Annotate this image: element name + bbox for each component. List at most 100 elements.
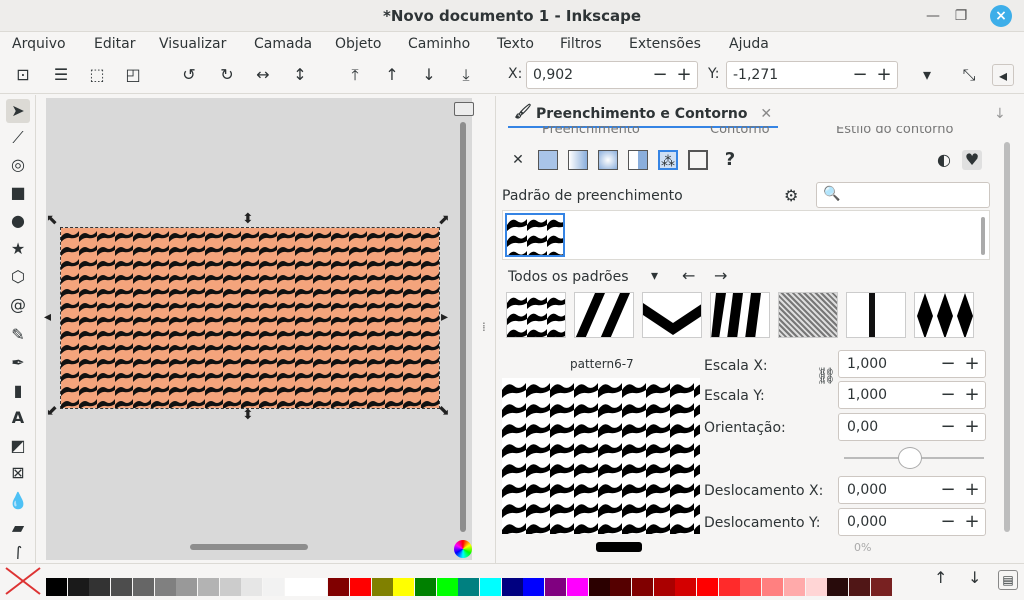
- palette-swatch[interactable]: [67, 578, 89, 596]
- scale-handle-left[interactable]: ◂: [44, 310, 51, 324]
- patterned-rectangle[interactable]: [60, 227, 440, 409]
- fill-rule-evenodd-icon[interactable]: ◐: [934, 150, 954, 170]
- x-field[interactable]: 0,902 − +: [526, 61, 698, 89]
- menu-objeto[interactable]: Objeto: [335, 36, 381, 52]
- maximize-icon[interactable]: ❐: [952, 7, 970, 25]
- palette-swatch[interactable]: [762, 578, 784, 596]
- text-tool-icon[interactable]: A: [6, 406, 30, 430]
- palette-swatch[interactable]: [588, 578, 610, 596]
- pattern-list-scrollbar[interactable]: [981, 217, 985, 255]
- scale-x-decrement-icon[interactable]: −: [937, 353, 959, 375]
- color-manage-icon[interactable]: [454, 540, 472, 558]
- pencil-tool-icon[interactable]: ✎: [6, 323, 30, 347]
- palette-swatch[interactable]: [176, 578, 198, 596]
- tab-fill-and-stroke[interactable]: 🖌 Preenchimento e Contorno ✕: [508, 100, 779, 128]
- deselect-icon[interactable]: ⬚: [86, 64, 108, 86]
- palette-swatch[interactable]: [610, 578, 632, 596]
- paint-bucket-icon[interactable]: ▰: [6, 516, 30, 540]
- y-decrement-icon[interactable]: −: [849, 64, 871, 86]
- palette-swatch[interactable]: [46, 578, 67, 596]
- y-increment-icon[interactable]: +: [873, 64, 895, 86]
- radial-gradient-icon[interactable]: [598, 150, 618, 170]
- orientation-increment-icon[interactable]: +: [961, 416, 983, 438]
- scale-y-increment-icon[interactable]: +: [961, 384, 983, 406]
- selector-tool-icon[interactable]: ➤: [6, 99, 30, 123]
- flat-color-icon[interactable]: [538, 150, 558, 170]
- palette-swatch[interactable]: [740, 578, 762, 596]
- palette-swatch[interactable]: [284, 578, 306, 596]
- shape-builder-icon[interactable]: ◎: [6, 153, 30, 177]
- scale-y-decrement-icon[interactable]: −: [937, 384, 959, 406]
- palette-swatch[interactable]: [653, 578, 675, 596]
- palette-scroll-up-icon[interactable]: ↑: [934, 568, 947, 587]
- gradient-tool-icon[interactable]: ◩: [6, 434, 30, 458]
- scale-x-increment-icon[interactable]: +: [961, 353, 983, 375]
- palette-swatch[interactable]: [306, 578, 328, 596]
- scale-y-field[interactable]: 1,000 − +: [838, 381, 986, 409]
- pattern-thumb-wavy[interactable]: [506, 292, 566, 338]
- palette-menu-icon[interactable]: ▤: [998, 570, 1018, 590]
- swatch-icon[interactable]: [688, 150, 708, 170]
- palette-swatch[interactable]: [414, 578, 436, 596]
- palette-swatch[interactable]: [393, 578, 415, 596]
- palette-swatch[interactable]: [241, 578, 263, 596]
- palette-swatch[interactable]: [870, 578, 892, 596]
- orientation-slider-knob[interactable]: [898, 447, 922, 469]
- menu-extensoes[interactable]: Extensões: [629, 36, 701, 52]
- y-value[interactable]: -1,271: [733, 67, 778, 83]
- scale-x-value[interactable]: 1,000: [847, 356, 887, 372]
- flip-vertical-icon[interactable]: ↕: [289, 64, 311, 86]
- menu-camada[interactable]: Camada: [254, 36, 312, 52]
- 3d-box-tool-icon[interactable]: ⬡: [6, 265, 30, 289]
- scale-handle-top-left[interactable]: ⬉: [46, 213, 58, 227]
- all-patterns-dropdown[interactable]: Todos os padrões: [508, 269, 629, 285]
- pattern-list[interactable]: [502, 210, 990, 260]
- menu-arquivo[interactable]: Arquivo: [12, 36, 66, 52]
- scale-handle-bottom[interactable]: ⬍: [242, 408, 254, 422]
- link-icon[interactable]: ⛓: [816, 366, 836, 385]
- palette-swatch[interactable]: [132, 578, 154, 596]
- dropper-tool-icon[interactable]: 💧: [6, 489, 30, 513]
- palette-swatch[interactable]: [631, 578, 653, 596]
- transform-icon[interactable]: ⤡: [958, 64, 980, 86]
- linear-gradient-icon[interactable]: [568, 150, 588, 170]
- raise-to-top-icon[interactable]: ⤒: [344, 64, 366, 86]
- menu-editar[interactable]: Editar: [94, 36, 135, 52]
- scale-handle-bottom-left[interactable]: ⬋: [46, 404, 58, 418]
- palette-swatch[interactable]: [545, 578, 567, 596]
- gear-icon[interactable]: ⚙: [784, 186, 798, 205]
- palette-swatch[interactable]: [523, 578, 545, 596]
- palette-swatch[interactable]: [111, 578, 133, 596]
- tab-close-icon[interactable]: ✕: [760, 106, 772, 122]
- palette-swatch[interactable]: [848, 578, 870, 596]
- offset-y-field[interactable]: 0,000 − +: [838, 508, 986, 536]
- offset-y-decrement-icon[interactable]: −: [937, 511, 959, 533]
- palette-swatch[interactable]: [328, 578, 350, 596]
- selected-pattern-thumb[interactable]: [505, 213, 565, 257]
- palette-swatch[interactable]: [89, 578, 111, 596]
- mesh-gradient-icon[interactable]: [628, 150, 648, 170]
- offset-x-field[interactable]: 0,000 − +: [838, 476, 986, 504]
- palette-swatch[interactable]: [458, 578, 480, 596]
- palette-swatch[interactable]: [219, 578, 241, 596]
- pattern-search-input[interactable]: 🔍: [816, 182, 990, 208]
- palette-swatch[interactable]: [436, 578, 458, 596]
- pattern-thumb-zigzag[interactable]: [642, 292, 702, 338]
- raise-icon[interactable]: ↑: [381, 64, 403, 86]
- palette-swatch[interactable]: [501, 578, 523, 596]
- scale-handle-top-right[interactable]: ⬈: [438, 213, 450, 227]
- menu-visualizar[interactable]: Visualizar: [159, 36, 226, 52]
- calligraphy-tool-icon[interactable]: ▮: [6, 379, 30, 403]
- select-all-layers-icon[interactable]: ☰: [50, 64, 72, 86]
- forward-arrow-icon[interactable]: →: [714, 266, 727, 285]
- palette-swatch[interactable]: [371, 578, 393, 596]
- offset-x-value[interactable]: 0,000: [847, 482, 887, 498]
- subtab-stroke-style[interactable]: Estilo do contorno: [836, 126, 953, 137]
- lower-to-bottom-icon[interactable]: ⤓: [455, 64, 477, 86]
- scale-handle-right[interactable]: ▸: [441, 310, 448, 324]
- pattern-thumb-diagonal[interactable]: [574, 292, 634, 338]
- scale-y-value[interactable]: 1,000: [847, 387, 887, 403]
- scale-x-field[interactable]: 1,000 − +: [838, 350, 986, 378]
- palette-swatch[interactable]: [827, 578, 849, 596]
- menu-texto[interactable]: Texto: [497, 36, 534, 52]
